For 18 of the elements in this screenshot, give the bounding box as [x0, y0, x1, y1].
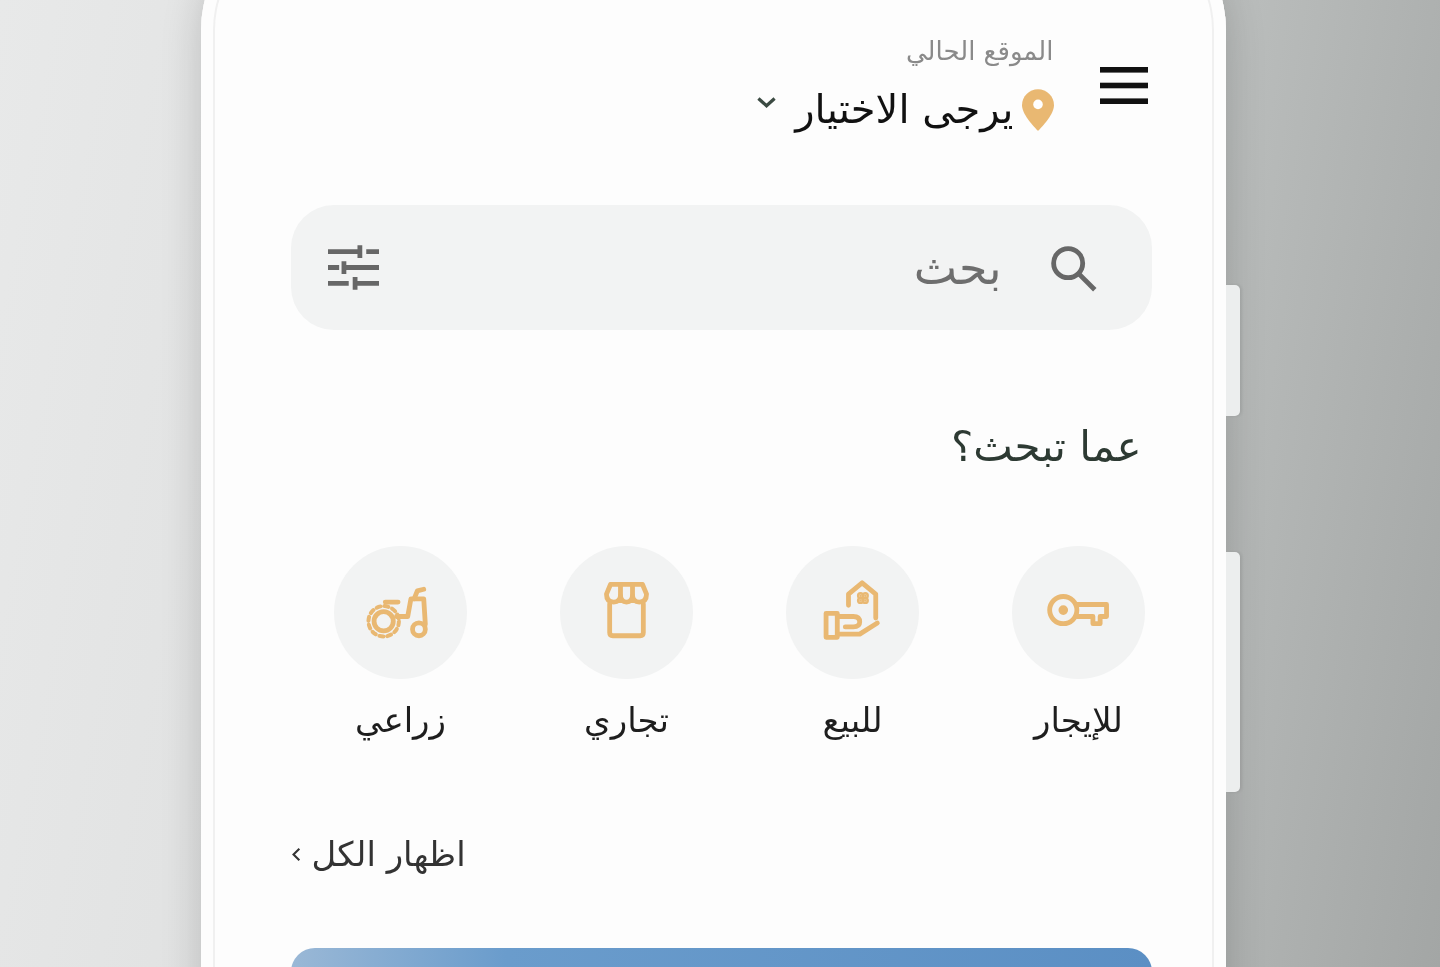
show-all-link[interactable]: اظهار الكل — [290, 832, 466, 877]
key-icon — [1012, 546, 1145, 679]
map-pin-icon — [1021, 88, 1054, 131]
category-button[interactable]: للإيجار — [998, 546, 1159, 743]
sliders-icon[interactable] — [327, 245, 379, 290]
storefront-icon — [560, 546, 693, 679]
caret-icon — [756, 96, 778, 109]
category-button[interactable]: زراعي — [320, 546, 481, 743]
category-button[interactable]: للبيع — [772, 546, 933, 743]
search-field[interactable]: بحث — [290, 205, 1152, 330]
hand-house-icon — [786, 546, 919, 679]
location-label: الموقع الحالي — [905, 35, 1054, 69]
menu-icon[interactable] — [1099, 66, 1148, 104]
section-title: عما تبحث؟ — [951, 421, 1142, 473]
tractor-icon — [334, 546, 467, 679]
category-button[interactable]: تجاري — [546, 546, 707, 743]
chevron-left-icon — [290, 847, 301, 862]
location-dropdown[interactable]: يرجى الاختيار — [756, 83, 1014, 136]
